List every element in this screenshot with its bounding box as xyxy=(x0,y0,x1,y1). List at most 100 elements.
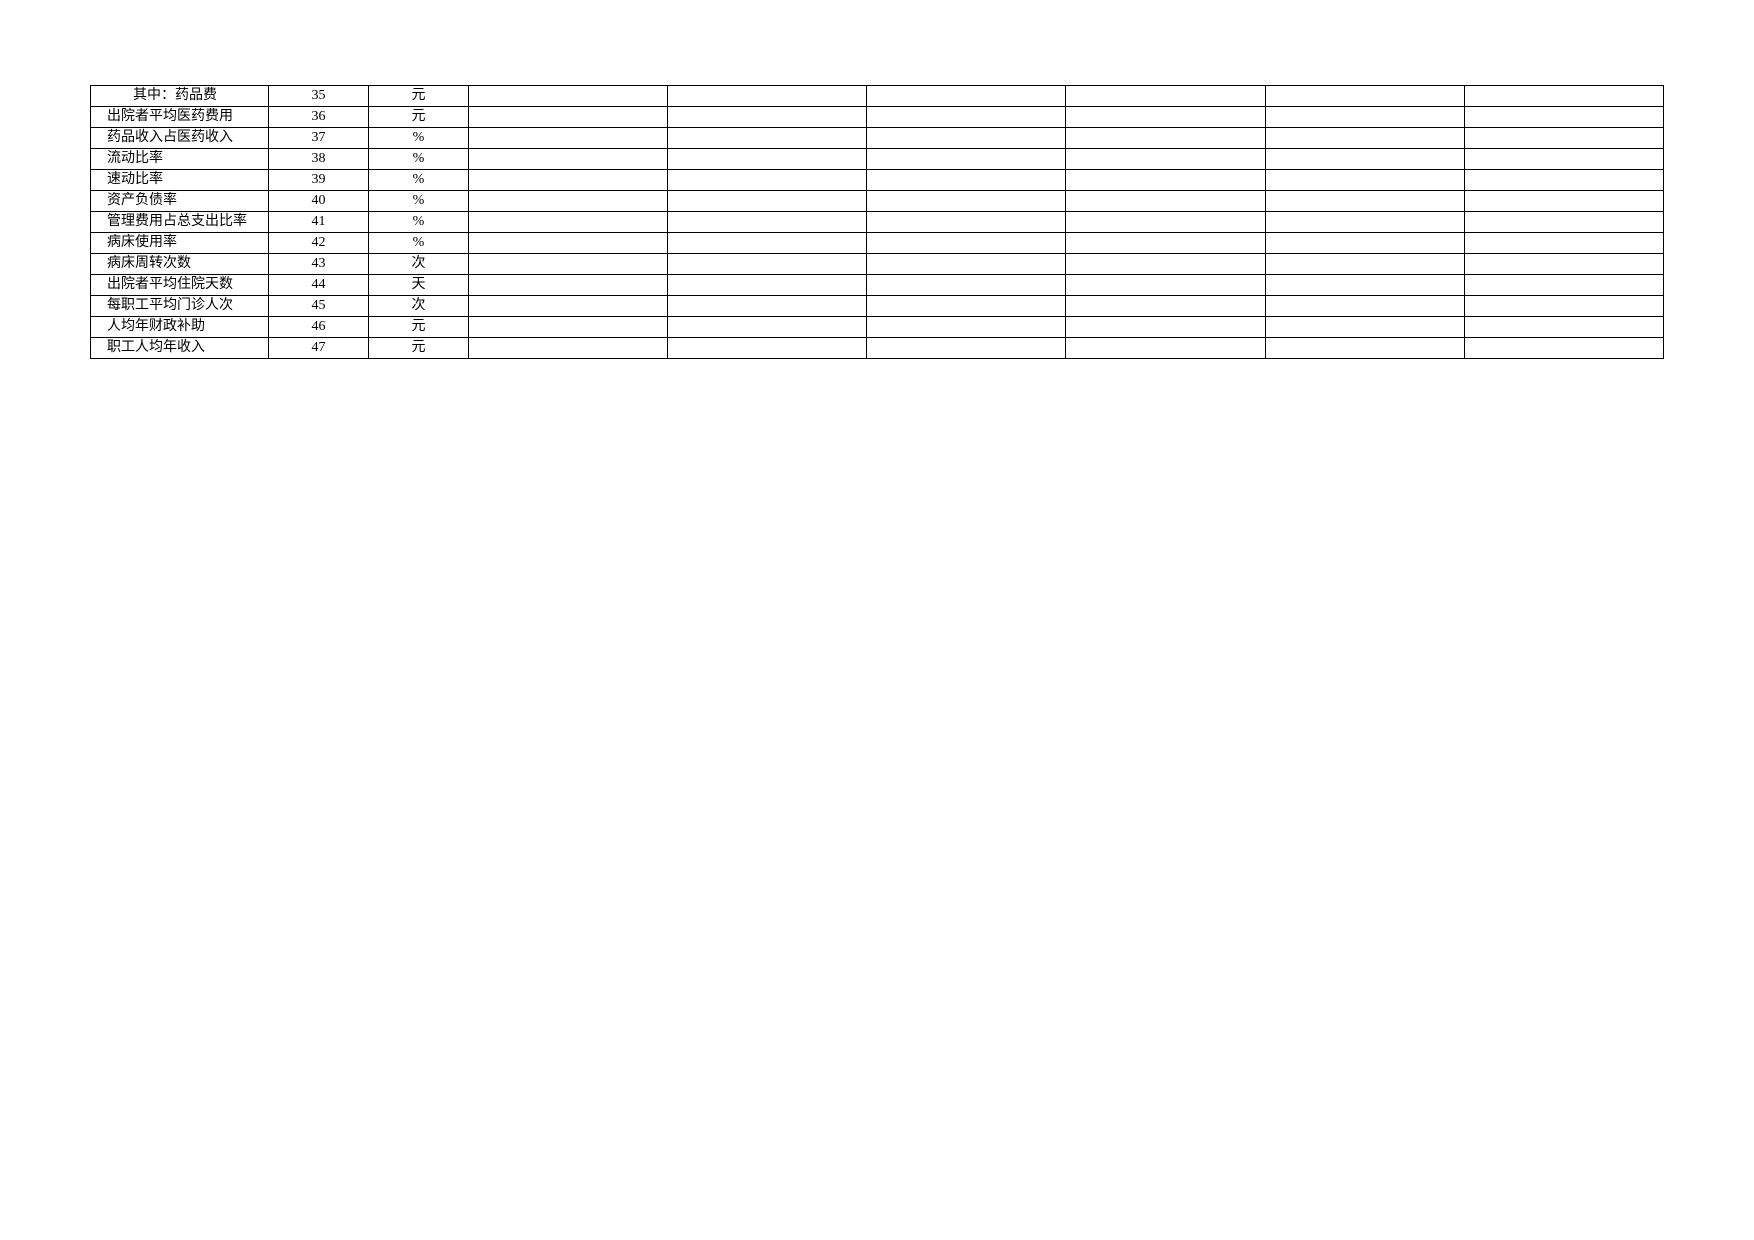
data-cell xyxy=(668,233,867,254)
data-cell xyxy=(1265,275,1464,296)
row-unit: % xyxy=(369,191,469,212)
row-number: 47 xyxy=(269,338,369,359)
row-unit: 天 xyxy=(369,275,469,296)
data-cell xyxy=(668,338,867,359)
row-name: 出院者平均住院天数 xyxy=(91,275,269,296)
data-cell xyxy=(1066,191,1265,212)
data-cell xyxy=(1066,107,1265,128)
data-cell xyxy=(668,170,867,191)
data-cell xyxy=(668,128,867,149)
data-cell xyxy=(1464,149,1663,170)
row-number: 44 xyxy=(269,275,369,296)
row-name: 药品收入占医药收入 xyxy=(91,128,269,149)
row-number: 42 xyxy=(269,233,369,254)
table-row: 流动比率38% xyxy=(91,149,1664,170)
data-cell xyxy=(469,296,668,317)
table-row: 其中：药品费35元 xyxy=(91,86,1664,107)
data-cell xyxy=(668,275,867,296)
data-cell xyxy=(1066,233,1265,254)
data-cell xyxy=(867,107,1066,128)
data-cell xyxy=(867,275,1066,296)
data-cell xyxy=(867,149,1066,170)
data-cell xyxy=(1265,338,1464,359)
data-cell xyxy=(1464,275,1663,296)
data-cell xyxy=(867,212,1066,233)
row-name: 每职工平均门诊人次 xyxy=(91,296,269,317)
data-cell xyxy=(1464,128,1663,149)
data-cell xyxy=(867,338,1066,359)
data-cell xyxy=(1066,254,1265,275)
row-name: 资产负债率 xyxy=(91,191,269,212)
data-cell xyxy=(1066,338,1265,359)
data-cell xyxy=(1265,86,1464,107)
row-unit: % xyxy=(369,149,469,170)
table-row: 速动比率39% xyxy=(91,170,1664,191)
data-cell xyxy=(1066,170,1265,191)
table-row: 出院者平均住院天数44天 xyxy=(91,275,1664,296)
data-cell xyxy=(668,107,867,128)
data-cell xyxy=(1265,191,1464,212)
row-number: 38 xyxy=(269,149,369,170)
data-cell xyxy=(1265,317,1464,338)
data-cell xyxy=(1464,338,1663,359)
data-cell xyxy=(1066,128,1265,149)
data-cell xyxy=(668,212,867,233)
row-name: 职工人均年收入 xyxy=(91,338,269,359)
data-cell xyxy=(1464,107,1663,128)
row-number: 36 xyxy=(269,107,369,128)
data-cell xyxy=(469,275,668,296)
data-cell xyxy=(1265,212,1464,233)
data-cell xyxy=(867,86,1066,107)
data-cell xyxy=(469,233,668,254)
table-row: 出院者平均医药费用36元 xyxy=(91,107,1664,128)
data-cell xyxy=(1265,296,1464,317)
row-unit: % xyxy=(369,233,469,254)
data-cell xyxy=(1265,128,1464,149)
data-cell xyxy=(1464,170,1663,191)
data-cell xyxy=(668,86,867,107)
data-cell xyxy=(1265,170,1464,191)
data-cell xyxy=(867,128,1066,149)
data-cell xyxy=(1464,254,1663,275)
row-number: 37 xyxy=(269,128,369,149)
table-row: 管理费用占总支出比率41% xyxy=(91,212,1664,233)
table-body: 其中：药品费35元出院者平均医药费用36元药品收入占医药收入37%流动比率38%… xyxy=(91,86,1664,359)
row-unit: 次 xyxy=(369,254,469,275)
row-number: 41 xyxy=(269,212,369,233)
data-cell xyxy=(1464,317,1663,338)
row-number: 43 xyxy=(269,254,369,275)
row-name: 速动比率 xyxy=(91,170,269,191)
row-unit: % xyxy=(369,170,469,191)
data-cell xyxy=(668,191,867,212)
data-cell xyxy=(469,254,668,275)
data-cell xyxy=(469,170,668,191)
table-row: 资产负债率40% xyxy=(91,191,1664,212)
data-cell xyxy=(867,254,1066,275)
table-row: 病床周转次数43次 xyxy=(91,254,1664,275)
data-cell xyxy=(469,149,668,170)
data-cell xyxy=(668,254,867,275)
row-name: 病床周转次数 xyxy=(91,254,269,275)
row-unit: 次 xyxy=(369,296,469,317)
row-number: 35 xyxy=(269,86,369,107)
row-unit: 元 xyxy=(369,338,469,359)
row-name: 病床使用率 xyxy=(91,233,269,254)
table-row: 职工人均年收入47元 xyxy=(91,338,1664,359)
row-name: 流动比率 xyxy=(91,149,269,170)
data-cell xyxy=(1464,212,1663,233)
data-cell xyxy=(1265,107,1464,128)
data-cell xyxy=(1066,275,1265,296)
row-name: 管理费用占总支出比率 xyxy=(91,212,269,233)
row-name: 出院者平均医药费用 xyxy=(91,107,269,128)
data-cell xyxy=(469,86,668,107)
row-unit: 元 xyxy=(369,317,469,338)
data-cell xyxy=(867,233,1066,254)
data-cell xyxy=(1265,233,1464,254)
row-unit: % xyxy=(369,212,469,233)
data-cell xyxy=(668,317,867,338)
row-number: 45 xyxy=(269,296,369,317)
table-row: 药品收入占医药收入37% xyxy=(91,128,1664,149)
row-name: 人均年财政补助 xyxy=(91,317,269,338)
row-name: 其中：药品费 xyxy=(91,86,269,107)
data-cell xyxy=(1464,233,1663,254)
